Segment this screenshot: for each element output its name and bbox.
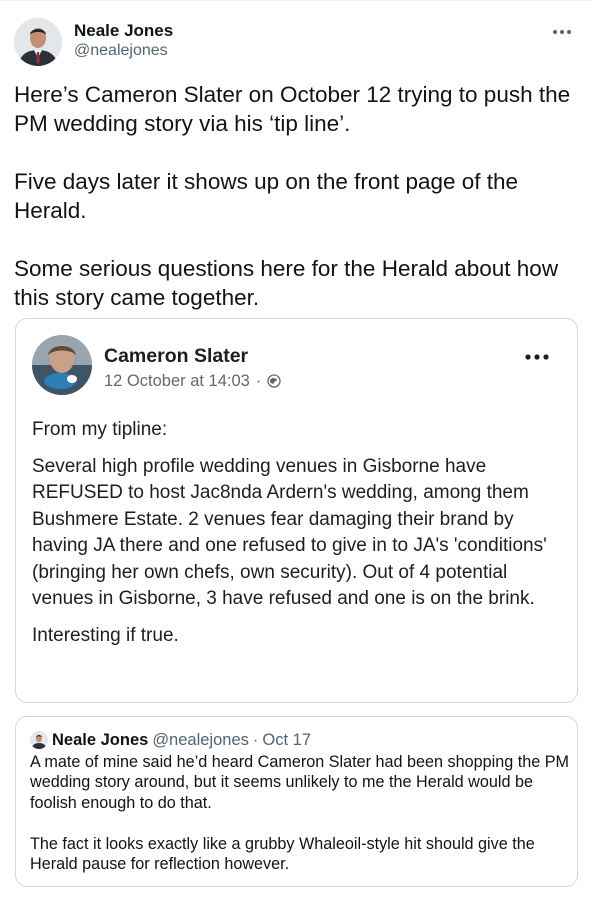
quoted-author-avatar	[30, 731, 48, 749]
tweet-text: Here’s Cameron Slater on October 12 tryi…	[14, 82, 571, 310]
quoted-date: Oct 17	[262, 731, 311, 749]
fb-post-body: From my tipline: Several high profile we…	[32, 417, 562, 649]
ellipsis-icon	[525, 354, 549, 360]
fb-post-text: Several high profile wedding venues in G…	[32, 455, 547, 610]
fb-separator: ·	[255, 372, 262, 390]
author-name[interactable]: Neale Jones	[74, 20, 173, 41]
author-handle[interactable]: @nealejones	[74, 41, 173, 61]
fb-more-options	[523, 349, 551, 365]
more-options-button[interactable]	[550, 22, 574, 42]
author-block: Neale Jones @nealejones	[74, 20, 173, 61]
quoted-author-name: Neale Jones	[52, 731, 149, 749]
quoted-tweet[interactable]: Neale Jones @nealejones · Oct 17 A mate …	[15, 716, 578, 887]
globe-icon	[267, 374, 282, 388]
author-avatar[interactable]	[14, 18, 62, 66]
ellipsis-icon	[553, 30, 571, 34]
fb-author-name: Cameron Slater	[104, 345, 249, 367]
quoted-tweet-header: Neale Jones @nealejones · Oct 17	[30, 729, 311, 751]
tweet-header: Neale Jones @nealejones	[14, 18, 580, 66]
top-divider	[0, 0, 592, 1]
fb-post-meta: 12 October at 14:03 ·	[104, 371, 282, 391]
facebook-post-screenshot[interactable]: Cameron Slater 12 October at 14:03 · Fro…	[15, 318, 578, 703]
fb-post-intro: From my tipline:	[32, 419, 168, 440]
quoted-author-handle: @nealejones	[152, 731, 249, 749]
quoted-tweet-text: A mate of mine said he’d heard Cameron S…	[30, 753, 570, 874]
quoted-separator: ·	[252, 731, 259, 749]
fb-post-closing: Interesting if true.	[32, 624, 179, 646]
fb-author-avatar	[32, 335, 92, 395]
fb-timestamp: 12 October at 14:03	[104, 372, 250, 390]
